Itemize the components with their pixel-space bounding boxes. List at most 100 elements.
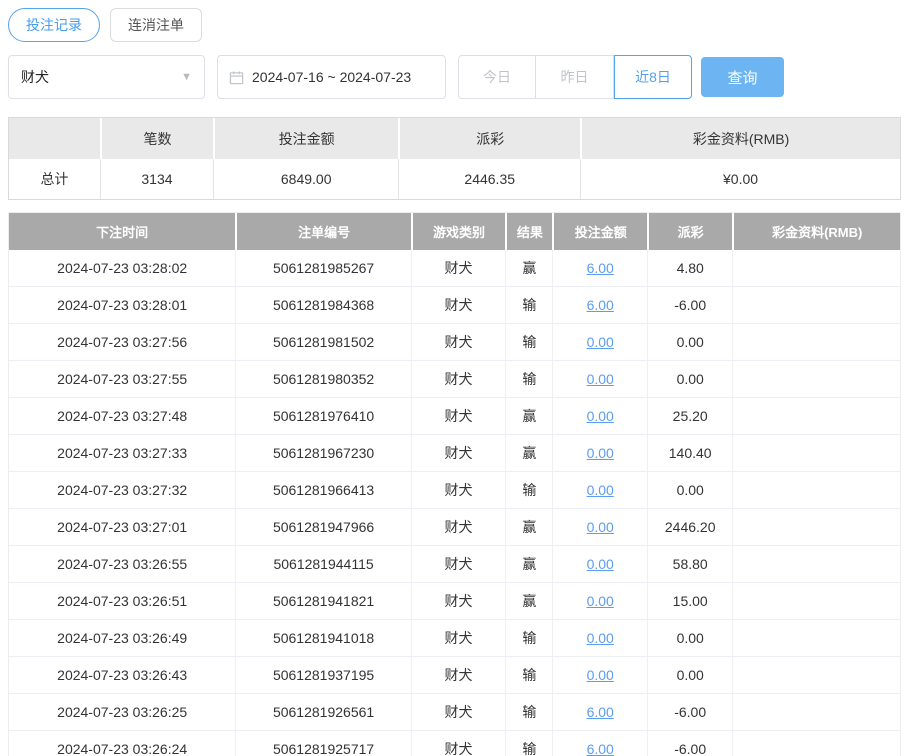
today-button[interactable]: 今日 xyxy=(458,55,536,99)
cell-order-number: 5061281980352 xyxy=(235,361,411,398)
cell-bonus xyxy=(732,435,900,472)
cell-payout: -6.00 xyxy=(647,287,733,324)
summary-total-count: 3134 xyxy=(100,159,213,199)
cell-game-type: 财犬 xyxy=(411,250,505,287)
quick-range-group: 今日 昨日 近8日 xyxy=(458,55,692,99)
summary-total-payout: 2446.35 xyxy=(398,159,580,199)
cell-bet-time: 2024-07-23 03:28:01 xyxy=(9,287,235,324)
cell-game-type: 财犬 xyxy=(411,657,505,694)
cell-order-number: 5061281981502 xyxy=(235,324,411,361)
cell-bet-time: 2024-07-23 03:26:51 xyxy=(9,583,235,620)
summary-header-bet-amount: 投注金额 xyxy=(213,118,398,159)
bet-amount-link[interactable]: 0.00 xyxy=(587,408,614,424)
bet-amount-link[interactable]: 0.00 xyxy=(587,630,614,646)
summary-header-row: 笔数 投注金额 派彩 彩金资料(RMB) xyxy=(9,118,900,159)
table-row: 2024-07-23 03:26:435061281937195财犬输0.000… xyxy=(9,657,900,694)
cell-bet-time: 2024-07-23 03:27:48 xyxy=(9,398,235,435)
bet-amount-link[interactable]: 0.00 xyxy=(587,334,614,350)
cell-result: 输 xyxy=(505,324,552,361)
cell-bet-amount: 6.00 xyxy=(552,694,646,731)
cell-payout: 0.00 xyxy=(647,324,733,361)
header-result: 结果 xyxy=(505,213,552,250)
bet-amount-link[interactable]: 0.00 xyxy=(587,519,614,535)
cell-bonus xyxy=(732,287,900,324)
bet-amount-link[interactable]: 0.00 xyxy=(587,371,614,387)
filter-bar: 财犬 ▼ 2024-07-16 ~ 2024-07-23 今日 昨日 近8日 查… xyxy=(8,55,901,99)
cell-result: 输 xyxy=(505,694,552,731)
bet-amount-link[interactable]: 6.00 xyxy=(587,704,614,720)
header-bet-time: 下注时间 xyxy=(9,213,235,250)
cell-bet-time: 2024-07-23 03:27:32 xyxy=(9,472,235,509)
bet-amount-link[interactable]: 0.00 xyxy=(587,445,614,461)
yesterday-button[interactable]: 昨日 xyxy=(536,55,614,99)
table-row: 2024-07-23 03:27:565061281981502财犬输0.000… xyxy=(9,324,900,361)
bet-amount-link[interactable]: 6.00 xyxy=(587,260,614,276)
table-row: 2024-07-23 03:28:015061281984368财犬输6.00-… xyxy=(9,287,900,324)
cell-bet-amount: 0.00 xyxy=(552,324,646,361)
last-8-days-button[interactable]: 近8日 xyxy=(614,55,692,99)
cell-payout: 25.20 xyxy=(647,398,733,435)
header-bet-amount: 投注金额 xyxy=(552,213,646,250)
bet-amount-link[interactable]: 6.00 xyxy=(587,297,614,313)
bet-amount-link[interactable]: 0.00 xyxy=(587,667,614,683)
query-button[interactable]: 查询 xyxy=(701,57,784,97)
cell-payout: 2446.20 xyxy=(647,509,733,546)
cell-bonus xyxy=(732,657,900,694)
cell-bet-time: 2024-07-23 03:27:56 xyxy=(9,324,235,361)
bet-amount-link[interactable]: 0.00 xyxy=(587,482,614,498)
summary-header-bonus: 彩金资料(RMB) xyxy=(580,118,900,159)
summary-header-empty xyxy=(9,118,100,159)
cell-bet-amount: 0.00 xyxy=(552,583,646,620)
bet-amount-link[interactable]: 0.00 xyxy=(587,593,614,609)
cell-result: 输 xyxy=(505,620,552,657)
bet-amount-link[interactable]: 0.00 xyxy=(587,556,614,572)
bet-records-body: 2024-07-23 03:28:025061281985267财犬赢6.004… xyxy=(9,250,900,756)
cell-bet-time: 2024-07-23 03:27:33 xyxy=(9,435,235,472)
cell-bonus xyxy=(732,361,900,398)
date-range-input[interactable]: 2024-07-16 ~ 2024-07-23 xyxy=(217,55,446,99)
cell-payout: 58.80 xyxy=(647,546,733,583)
cell-order-number: 5061281967230 xyxy=(235,435,411,472)
cell-bonus xyxy=(732,398,900,435)
cell-payout: 0.00 xyxy=(647,361,733,398)
cell-result: 输 xyxy=(505,472,552,509)
cell-result: 输 xyxy=(505,361,552,398)
cell-game-type: 财犬 xyxy=(411,509,505,546)
tab-betting-records[interactable]: 投注记录 xyxy=(8,8,100,42)
cell-result: 输 xyxy=(505,657,552,694)
cell-order-number: 5061281941018 xyxy=(235,620,411,657)
summary-total-bet-amount: 6849.00 xyxy=(213,159,398,199)
cell-result: 赢 xyxy=(505,583,552,620)
cell-payout: 4.80 xyxy=(647,250,733,287)
game-select-value: 财犬 xyxy=(21,67,49,87)
game-select[interactable]: 财犬 ▼ xyxy=(8,55,205,99)
cell-order-number: 5061281985267 xyxy=(235,250,411,287)
bet-amount-link[interactable]: 6.00 xyxy=(587,741,614,756)
tab-cancelled-orders[interactable]: 连消注单 xyxy=(110,8,202,42)
summary-header-payout: 派彩 xyxy=(398,118,580,159)
cell-result: 赢 xyxy=(505,546,552,583)
table-row: 2024-07-23 03:27:485061281976410财犬赢0.002… xyxy=(9,398,900,435)
cell-order-number: 5061281984368 xyxy=(235,287,411,324)
cell-bet-amount: 0.00 xyxy=(552,620,646,657)
cell-bet-amount: 6.00 xyxy=(552,287,646,324)
summary-header-count: 笔数 xyxy=(100,118,213,159)
cell-result: 赢 xyxy=(505,398,552,435)
header-bonus: 彩金资料(RMB) xyxy=(732,213,900,250)
tab-bar: 投注记录 连消注单 xyxy=(8,8,901,42)
cell-game-type: 财犬 xyxy=(411,546,505,583)
summary-total-bonus: ¥0.00 xyxy=(580,159,900,199)
cell-bet-time: 2024-07-23 03:26:43 xyxy=(9,657,235,694)
cell-game-type: 财犬 xyxy=(411,731,505,756)
cell-bet-time: 2024-07-23 03:26:25 xyxy=(9,694,235,731)
cell-bet-time: 2024-07-23 03:26:49 xyxy=(9,620,235,657)
bet-records-table: 下注时间 注单编号 游戏类别 结果 投注金额 派彩 彩金资料(RMB) 2024… xyxy=(8,212,901,756)
cell-bet-time: 2024-07-23 03:27:01 xyxy=(9,509,235,546)
cell-game-type: 财犬 xyxy=(411,361,505,398)
cell-result: 赢 xyxy=(505,509,552,546)
header-payout: 派彩 xyxy=(647,213,733,250)
table-row: 2024-07-23 03:26:515061281941821财犬赢0.001… xyxy=(9,583,900,620)
cell-game-type: 财犬 xyxy=(411,287,505,324)
table-row: 2024-07-23 03:26:255061281926561财犬输6.00-… xyxy=(9,694,900,731)
cell-bet-amount: 6.00 xyxy=(552,731,646,756)
